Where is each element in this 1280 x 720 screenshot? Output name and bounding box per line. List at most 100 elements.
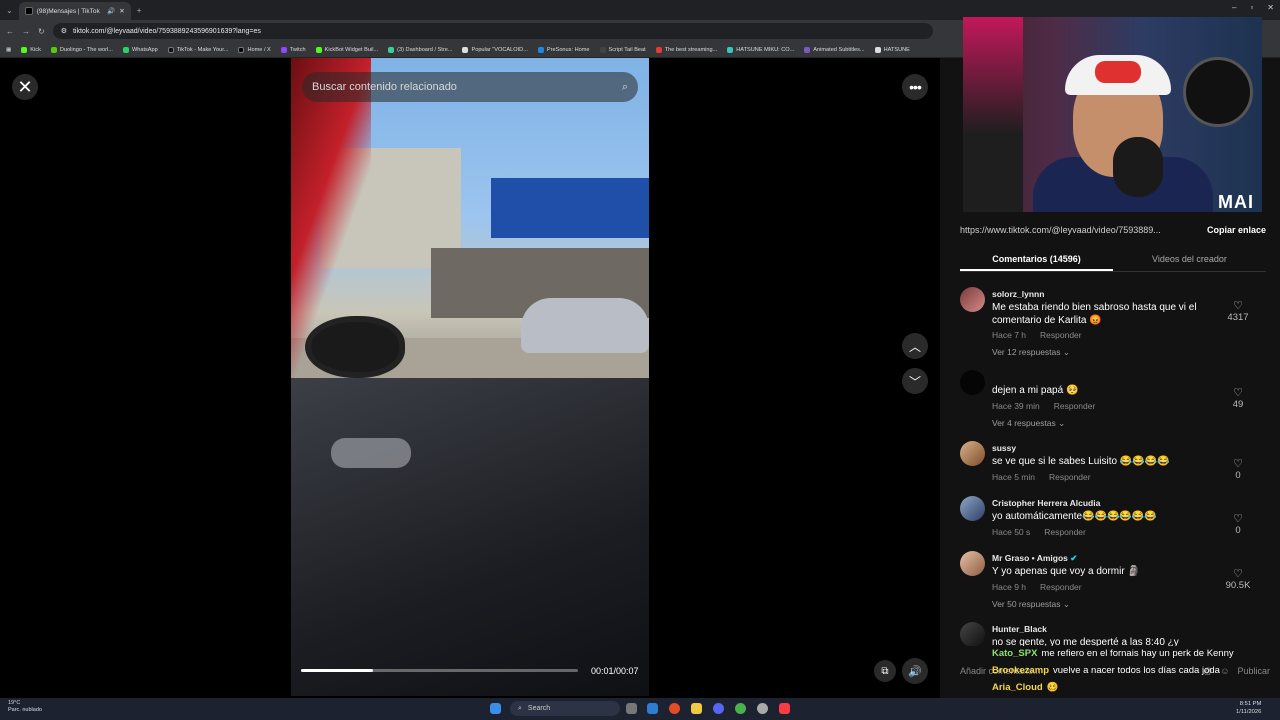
weather-widget[interactable]: 19°C Parc. nublado bbox=[8, 700, 42, 714]
reply-button[interactable]: Responder bbox=[1040, 582, 1082, 592]
related-search-input[interactable] bbox=[312, 81, 592, 93]
bookmark-item[interactable]: HATSUNE MIKU: CO... bbox=[727, 46, 794, 53]
comment-time: Hace 7 h bbox=[992, 330, 1027, 340]
bookmark-item[interactable]: TikTok - Make Your... bbox=[167, 46, 228, 53]
discord-icon[interactable] bbox=[713, 703, 724, 714]
tab-creator-videos[interactable]: Videos del creador bbox=[1113, 248, 1266, 271]
video-progress-bar[interactable] bbox=[301, 669, 578, 672]
reload-icon[interactable]: ↻ bbox=[38, 27, 45, 36]
view-replies-button[interactable]: Ver 50 respuestas ⌄ bbox=[992, 599, 1070, 610]
avatar[interactable] bbox=[960, 551, 985, 576]
comment-text: se ve que si le sabes Luisito 😂😂😂😂 bbox=[992, 456, 1170, 467]
more-options-button[interactable]: ••• bbox=[902, 74, 928, 100]
copy-link-button[interactable]: Copiar enlace bbox=[1207, 225, 1266, 235]
webcam-drum bbox=[1183, 57, 1253, 127]
previous-video-button[interactable]: ︿ bbox=[902, 333, 928, 359]
tab-comments[interactable]: Comentarios (14596) bbox=[960, 248, 1113, 271]
bookmark-item[interactable]: The best streaming... bbox=[655, 46, 717, 53]
video-scene-handle bbox=[331, 438, 411, 468]
comment-user[interactable]: solorz_lynnn bbox=[992, 289, 1044, 299]
music-icon[interactable] bbox=[779, 703, 790, 714]
store-icon[interactable] bbox=[647, 703, 658, 714]
bookmark-item[interactable]: KickBot Widget Buil... bbox=[315, 46, 378, 53]
apps-icon[interactable]: ▦ bbox=[6, 47, 11, 53]
weather-desc: Parc. nublado bbox=[8, 707, 42, 713]
tab-audio-icon[interactable]: 🔊 bbox=[107, 7, 115, 15]
close-button[interactable]: ✕ bbox=[12, 74, 38, 100]
window-close-icon[interactable]: ✕ bbox=[1267, 3, 1274, 12]
view-replies-button[interactable]: Ver 12 respuestas ⌄ bbox=[992, 347, 1070, 358]
forward-icon[interactable]: → bbox=[22, 27, 30, 36]
folder-icon[interactable] bbox=[691, 703, 702, 714]
url-field[interactable]: ⚙ tiktok.com/@leyvaad/video/759388924359… bbox=[52, 23, 933, 39]
comment-item: Mr Graso • Amigos ✔ Y yo apenas que voy … bbox=[960, 551, 1266, 616]
search-icon: ⌕ bbox=[518, 704, 522, 712]
related-search-box[interactable]: ⌕ bbox=[302, 72, 638, 102]
comment-user[interactable]: Cristopher Herrera Alcudia bbox=[992, 498, 1100, 508]
tab-menu-icon[interactable]: ⌄ bbox=[0, 6, 19, 15]
video-scene-sign bbox=[491, 178, 649, 238]
reply-button[interactable]: Responder bbox=[1044, 527, 1086, 537]
like-button[interactable]: ♡ 4317 bbox=[1218, 299, 1258, 323]
windows-start-icon[interactable] bbox=[490, 703, 501, 714]
tab-close-icon[interactable]: ✕ bbox=[119, 7, 124, 15]
next-video-button[interactable]: ﹀ bbox=[902, 368, 928, 394]
chrome-icon[interactable] bbox=[669, 703, 680, 714]
like-button[interactable]: ♡ 0 bbox=[1218, 512, 1258, 536]
chevron-down-icon: ﹀ bbox=[908, 374, 921, 389]
chatgpt-icon[interactable] bbox=[757, 703, 768, 714]
avatar[interactable] bbox=[960, 370, 985, 395]
back-icon[interactable]: ← bbox=[6, 27, 14, 36]
bookmark-item[interactable]: (3) Dashboard / Stre... bbox=[388, 46, 452, 53]
tab-title: (98)Mensajes | TikTok bbox=[36, 7, 100, 15]
heart-icon: ♡ bbox=[1233, 568, 1243, 580]
bookmark-item[interactable]: PreSonus: Home bbox=[537, 46, 590, 53]
reply-button[interactable]: Responder bbox=[1049, 472, 1091, 482]
browser-icon[interactable] bbox=[735, 703, 746, 714]
video-player[interactable] bbox=[291, 58, 649, 696]
bookmark-item[interactable]: Kick bbox=[21, 46, 41, 53]
bookmark-item[interactable]: Script Tail Beat bbox=[599, 46, 646, 53]
comment-user[interactable]: sussy bbox=[992, 443, 1016, 453]
maximize-icon[interactable]: ▫ bbox=[1250, 3, 1253, 12]
comment-meta: Hace 39 min Responder bbox=[992, 401, 1109, 411]
site-info-icon[interactable]: ⚙ bbox=[61, 27, 67, 35]
comment-user[interactable]: Mr Graso • Amigos ✔ bbox=[992, 553, 1077, 564]
webcam-shelf bbox=[963, 17, 1023, 212]
taskbar-search[interactable]: ⌕ Search bbox=[510, 701, 620, 716]
like-button[interactable]: ♡ 49 bbox=[1218, 386, 1258, 410]
view-replies-button[interactable]: Ver 4 respuestas ⌄ bbox=[992, 418, 1065, 429]
share-link-url[interactable]: https://www.tiktok.com/@leyvaad/video/75… bbox=[960, 225, 1178, 235]
avatar[interactable] bbox=[960, 496, 985, 521]
taskbar-search-label: Search bbox=[527, 705, 551, 712]
browser-tab[interactable]: (98)Mensajes | TikTok 🔊 ✕ bbox=[18, 2, 131, 20]
like-count: 0 bbox=[1235, 525, 1241, 536]
avatar[interactable] bbox=[960, 622, 985, 646]
os-taskbar bbox=[0, 698, 1280, 720]
like-button[interactable]: ♡ 90.5K bbox=[1218, 567, 1258, 591]
bookmark-item[interactable]: HATSUNE bbox=[874, 46, 910, 53]
new-tab-button[interactable]: + bbox=[131, 6, 148, 15]
avatar[interactable] bbox=[960, 441, 985, 466]
bookmark-item[interactable]: Popular "VOCALOID... bbox=[462, 46, 528, 53]
volume-button[interactable]: 🔊 bbox=[902, 658, 928, 684]
reply-button[interactable]: Responder bbox=[1040, 330, 1082, 340]
like-button[interactable]: ♡ 0 bbox=[1218, 457, 1258, 481]
task-view-icon[interactable] bbox=[626, 703, 637, 714]
comment-user[interactable]: Hunter_Black bbox=[992, 624, 1047, 634]
bookmark-item[interactable]: Animated Subtitles... bbox=[804, 46, 865, 53]
bookmark-item[interactable]: Duolingo - The worl... bbox=[50, 46, 113, 53]
bookmark-item[interactable]: Home / X bbox=[238, 46, 271, 53]
pip-button[interactable]: ⧉ bbox=[874, 660, 896, 682]
bookmark-item[interactable]: Twitch bbox=[280, 46, 306, 53]
chat-text: 🥴 bbox=[1046, 682, 1059, 693]
reply-button[interactable]: Responder bbox=[1054, 401, 1096, 411]
avatar[interactable] bbox=[960, 287, 985, 312]
minimize-icon[interactable]: – bbox=[1232, 3, 1236, 12]
search-icon[interactable]: ⌕ bbox=[622, 81, 628, 94]
like-count: 0 bbox=[1235, 470, 1241, 481]
chat-message: Aria_Cloud 🥴 bbox=[992, 679, 1272, 696]
webcam-microphone bbox=[1113, 137, 1163, 197]
bookmark-item[interactable]: WhatsApp bbox=[122, 46, 158, 53]
system-clock[interactable]: 8:51 PM 1/11/2026 bbox=[1236, 700, 1261, 716]
